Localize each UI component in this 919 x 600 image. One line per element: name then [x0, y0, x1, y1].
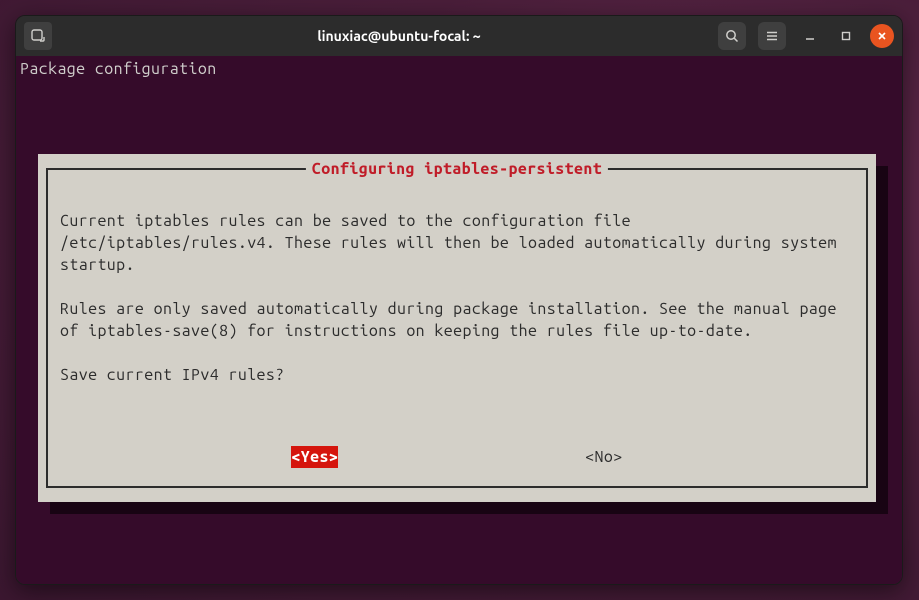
dialog-paragraph-1: Current iptables rules can be saved to t…: [60, 212, 846, 274]
search-button[interactable]: [718, 22, 746, 50]
minimize-button[interactable]: [798, 24, 822, 48]
titlebar-right: [684, 22, 894, 50]
menu-button[interactable]: [758, 22, 786, 50]
terminal-window: linuxiac@ubuntu-focal: ~: [15, 15, 903, 585]
desktop-background: linuxiac@ubuntu-focal: ~: [0, 0, 919, 600]
no-button[interactable]: <No>: [585, 446, 622, 468]
maximize-icon: [840, 30, 852, 42]
new-tab-button[interactable]: [24, 22, 52, 50]
dialog-paragraph-2: Rules are only saved automatically durin…: [60, 300, 846, 340]
yes-button[interactable]: <Yes>: [291, 446, 338, 468]
close-icon: [876, 30, 888, 42]
terminal-body[interactable]: Package configuration Configuring iptabl…: [16, 56, 902, 584]
window-titlebar: linuxiac@ubuntu-focal: ~: [16, 16, 902, 56]
dialog-button-row: <Yes> <No>: [48, 446, 866, 468]
titlebar-left: [24, 22, 114, 50]
dialog-title: Configuring iptables-persistent: [306, 158, 608, 180]
minimize-icon: [804, 30, 816, 42]
dialog-question: Save current IPv4 rules?: [60, 366, 285, 384]
page-heading: Package configuration: [20, 58, 898, 80]
debconf-dialog: Configuring iptables-persistent Current …: [38, 154, 876, 502]
dialog-content: Current iptables rules can be saved to t…: [60, 188, 854, 432]
hamburger-icon: [764, 28, 780, 44]
search-icon: [724, 28, 740, 44]
close-button[interactable]: [870, 24, 894, 48]
dialog-border: Configuring iptables-persistent Current …: [46, 168, 868, 488]
window-title: linuxiac@ubuntu-focal: ~: [114, 28, 684, 44]
maximize-button[interactable]: [834, 24, 858, 48]
